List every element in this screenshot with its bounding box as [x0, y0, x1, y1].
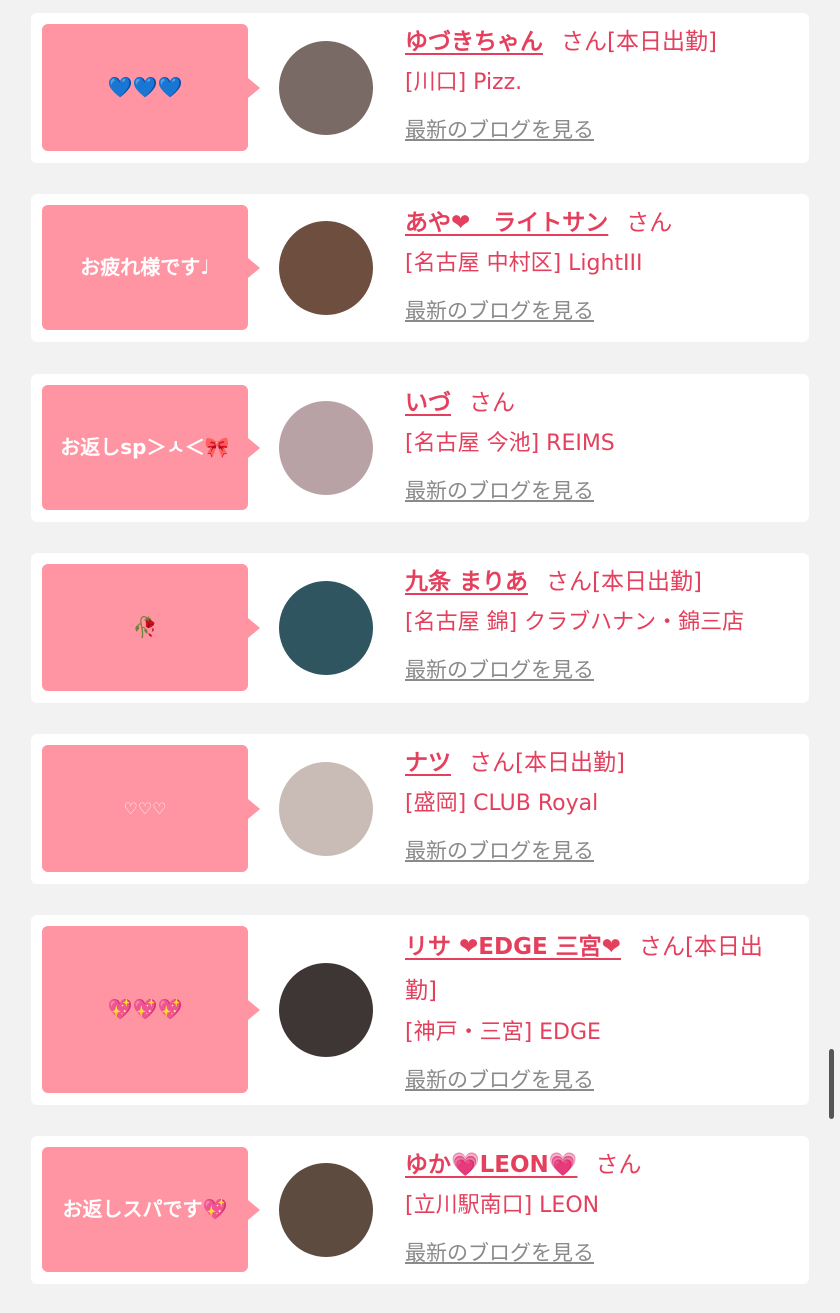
blog-link[interactable]: 最新のブログを見る [405, 1060, 594, 1100]
shop-info: [立川駅南口] LEON [405, 1193, 600, 1218]
girl-card: お返しsp＞ㅅ＜🎀 いづ さん [名古屋 今池] REIMS 最新のブログを見る [31, 374, 809, 522]
avatar[interactable] [279, 221, 373, 315]
girl-card: ♡♡♡ ナツ さん[本日出勤] [盛岡] CLUB Royal 最新のブログを見る [31, 734, 809, 884]
name-suffix: さん [469, 390, 515, 416]
message-bubble: お疲れ様です♩ [42, 205, 260, 330]
girl-card: お返しスパです💖 ゆか💗LEON💗 さん [立川駅南口] LEON 最新のブログを… [31, 1136, 809, 1284]
girl-card: 💙💙💙 ゆづきちゃん さん[本日出勤] [川口] Pizz. 最新のブログを見る [31, 13, 809, 163]
blog-link[interactable]: 最新のブログを見る [405, 110, 594, 150]
avatar[interactable] [279, 963, 373, 1057]
girl-name-link[interactable]: いづ [405, 390, 451, 416]
scrollbar[interactable] [829, 1049, 834, 1119]
girl-name-link[interactable]: ゆか💗LEON💗 [405, 1152, 577, 1178]
message-bubble: お返しsp＞ㅅ＜🎀 [42, 385, 260, 510]
avatar[interactable] [279, 581, 373, 675]
message-bubble: ♡♡♡ [42, 745, 260, 872]
shop-info: [神戸・三宮] EDGE [405, 1020, 601, 1045]
avatar[interactable] [279, 41, 373, 135]
message-bubble: 💖💖💖 [42, 926, 260, 1093]
name-suffix: さん [626, 210, 673, 236]
girl-name-link[interactable]: あや❤︎ ライトサン [405, 210, 608, 236]
avatar[interactable] [279, 401, 373, 495]
name-suffix: さん[本日出勤] [469, 750, 625, 776]
girl-name-link[interactable]: リサ ❤︎EDGE 三宮❤︎ [405, 934, 621, 960]
shop-info: [名古屋 錦] クラブハナン・錦三店 [405, 610, 745, 635]
shop-info: [川口] Pizz. [405, 70, 523, 95]
message-bubble: 🥀 [42, 564, 260, 691]
message-bubble: 💙💙💙 [42, 24, 260, 151]
girl-name-link[interactable]: ナツ [405, 750, 451, 776]
girl-card: 💖💖💖 リサ ❤︎EDGE 三宮❤︎ さん[本日出勤] [神戸・三宮] EDGE … [31, 915, 809, 1105]
blog-link[interactable]: 最新のブログを見る [405, 291, 594, 331]
name-suffix: さん[本日出勤] [561, 29, 717, 55]
name-suffix: さん [595, 1152, 642, 1178]
blog-link[interactable]: 最新のブログを見る [405, 471, 594, 511]
shop-info: [名古屋 中村区] LightIII [405, 251, 643, 276]
girl-name-link[interactable]: 九条 まりあ [405, 569, 528, 595]
shop-info: [名古屋 今池] REIMS [405, 431, 615, 456]
avatar[interactable] [279, 1163, 373, 1257]
avatar[interactable] [279, 762, 373, 856]
blog-link[interactable]: 最新のブログを見る [405, 1233, 594, 1273]
girl-card: 🥀 九条 まりあ さん[本日出勤] [名古屋 錦] クラブハナン・錦三店 最新のブ… [31, 553, 809, 703]
shop-info: [盛岡] CLUB Royal [405, 791, 599, 816]
girl-name-link[interactable]: ゆづきちゃん [405, 29, 543, 55]
message-bubble: お返しスパです💖 [42, 1147, 260, 1272]
name-suffix: さん[本日出勤] [546, 569, 702, 595]
girl-card: お疲れ様です♩ あや❤︎ ライトサン さん [名古屋 中村区] LightIII … [31, 194, 809, 342]
blog-link[interactable]: 最新のブログを見る [405, 650, 594, 690]
blog-link[interactable]: 最新のブログを見る [405, 831, 594, 871]
